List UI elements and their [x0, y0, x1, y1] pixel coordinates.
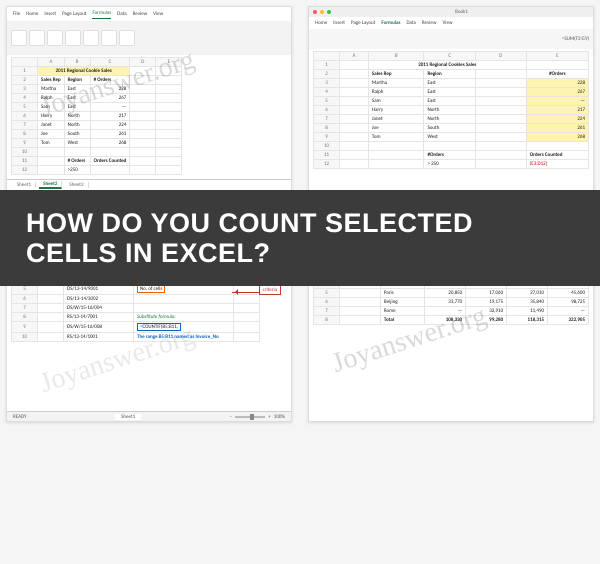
- ribbon-tools: [7, 21, 291, 55]
- cells-table[interactable]: ABCDE 12011 Regional Cookies Sales 2Sale…: [313, 51, 589, 169]
- tool-icon[interactable]: [29, 30, 45, 46]
- ribbon-tools: =SUM(F3:G9): [309, 29, 593, 49]
- status-bar: READY Sheet1 −+ 100%: [7, 411, 291, 421]
- cells-table[interactable]: ABCDE 12011 Regional Cookie Sales 2 Sale…: [11, 57, 182, 175]
- tab-view[interactable]: View: [153, 11, 163, 17]
- tab-pagelayout[interactable]: Page Layout: [62, 11, 86, 17]
- zoom-slider-icon[interactable]: [235, 416, 265, 418]
- formula-cell[interactable]: =COUNTIF(B5:B11,: [137, 323, 181, 331]
- tab-insert[interactable]: Insert: [44, 11, 56, 17]
- ribbon: Book1 Home Insert Page Layout Formulas D…: [309, 7, 593, 49]
- tab-data[interactable]: Data: [117, 11, 126, 17]
- tab-home[interactable]: Home: [26, 11, 38, 17]
- tab-review[interactable]: Review: [133, 11, 148, 17]
- formula-bar[interactable]: =SUM(F3:G9): [562, 36, 589, 42]
- tab-file[interactable]: File: [13, 11, 20, 17]
- headline-banner: HOW DO YOU COUNT SELECTED CELLS IN EXCEL…: [0, 190, 600, 286]
- excel-screenshot-2: Book1 Home Insert Page Layout Formulas D…: [308, 6, 594, 206]
- tab-formulas[interactable]: Formulas: [92, 10, 111, 19]
- tool-icon[interactable]: [11, 30, 27, 46]
- excel-screenshot-1: File Home Insert Page Layout Formulas Da…: [6, 6, 292, 206]
- worksheet[interactable]: ABCDE 12011 Regional Cookie Sales 2 Sale…: [7, 55, 291, 189]
- title-cell[interactable]: 2011 Regional Cookie Sales: [38, 67, 130, 76]
- headline-text: HOW DO YOU COUNT SELECTED CELLS IN EXCEL…: [26, 208, 526, 268]
- ribbon-tabs[interactable]: Home Insert Page Layout Formulas Data Re…: [309, 17, 593, 29]
- tool-icon[interactable]: [101, 30, 117, 46]
- ribbon-tabs[interactable]: File Home Insert Page Layout Formulas Da…: [7, 7, 291, 21]
- tool-icon[interactable]: [119, 30, 135, 46]
- nocells-label: No. of cells: [137, 285, 165, 293]
- worksheet[interactable]: ABCDE 12011 Regional Cookies Sales 2Sale…: [309, 49, 593, 199]
- minimize-icon[interactable]: [320, 10, 324, 14]
- ribbon: File Home Insert Page Layout Formulas Da…: [7, 7, 291, 55]
- criteria-callout: criteria: [259, 285, 281, 295]
- tool-icon[interactable]: [47, 30, 63, 46]
- sheet-tabs[interactable]: Sheet1 Sheet2 Sheet3: [7, 179, 291, 189]
- status-ready: READY: [13, 414, 26, 420]
- titlebar: Book1: [309, 7, 593, 17]
- sheet-tab[interactable]: Sheet1: [115, 414, 141, 420]
- workbook-name: Book1: [455, 9, 468, 15]
- close-icon[interactable]: [313, 10, 317, 14]
- zoom-control[interactable]: −+ 100%: [230, 414, 285, 420]
- tool-icon[interactable]: [65, 30, 81, 46]
- tool-icon[interactable]: [83, 30, 99, 46]
- zoom-icon[interactable]: [327, 10, 331, 14]
